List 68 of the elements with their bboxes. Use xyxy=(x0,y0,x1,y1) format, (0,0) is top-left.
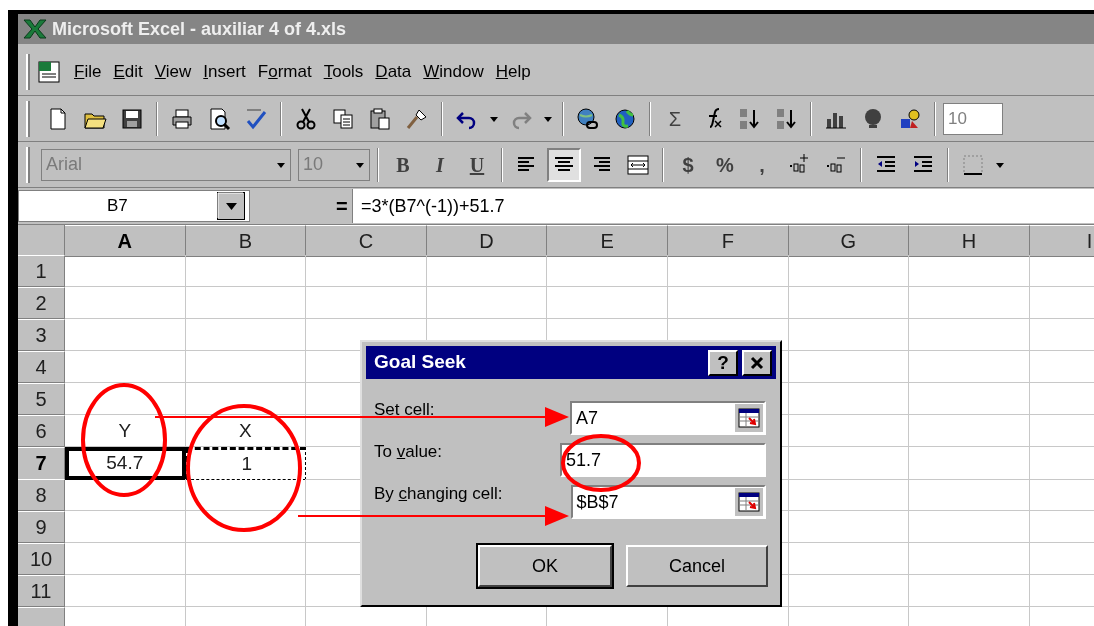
dropdown-button-icon[interactable] xyxy=(217,192,245,220)
font-name: Arial xyxy=(46,153,83,176)
row-header[interactable]: 3 xyxy=(18,319,65,351)
menu-item[interactable]: Help xyxy=(489,58,537,85)
column-header[interactable]: B xyxy=(185,225,307,257)
zoom-box[interactable]: 10 xyxy=(943,102,1003,135)
toolbar-button[interactable]: , xyxy=(745,147,779,182)
formula-text: =3*(B7^(-1))+51.7 xyxy=(361,194,505,218)
formula-field[interactable]: =3*(B7^(-1))+51.7 xyxy=(352,189,1094,223)
row-header[interactable]: 11 xyxy=(18,575,65,607)
row-header[interactable]: 4 xyxy=(18,351,65,383)
table-cell: 54.7 xyxy=(65,447,186,480)
select-all-button[interactable] xyxy=(18,225,65,257)
range-picker-icon[interactable] xyxy=(735,404,763,432)
menu-item[interactable]: Insert xyxy=(197,58,252,85)
input-field[interactable]: $B$7 xyxy=(570,485,766,519)
table-cell: 1 xyxy=(185,447,307,480)
workbook-icon[interactable] xyxy=(36,58,62,85)
column-header[interactable]: C xyxy=(306,225,427,257)
dialog-button[interactable]: Cancel xyxy=(626,545,768,587)
toolbar-button[interactable]: B xyxy=(386,147,420,182)
row-header[interactable]: 1 xyxy=(18,255,65,287)
column-header[interactable]: D xyxy=(426,225,548,257)
close-icon xyxy=(750,355,764,370)
row-header[interactable]: 8 xyxy=(18,479,65,511)
close-button[interactable] xyxy=(742,349,772,376)
dialog-button[interactable]: OK xyxy=(478,545,612,587)
help-button[interactable]: ? xyxy=(708,349,738,376)
toolbar-button[interactable]: $ xyxy=(671,147,705,182)
column-header[interactable]: I xyxy=(1029,225,1094,257)
menu-item[interactable]: Edit xyxy=(107,58,149,85)
menu-item[interactable]: Tools xyxy=(317,58,370,85)
toolbar-button[interactable]: I xyxy=(423,147,457,182)
toolbar-button[interactable]: U xyxy=(460,147,494,182)
menu-item[interactable]: Format xyxy=(251,58,318,85)
window-title: Microsoft Excel - auxiliar 4 of 4.xls xyxy=(52,17,347,41)
menu-item[interactable]: File xyxy=(68,58,108,85)
menu-item[interactable]: Window xyxy=(417,58,490,85)
menu-item[interactable]: Data xyxy=(369,58,418,85)
table-cell: Y xyxy=(65,415,186,447)
toolbar-button[interactable]: Σ xyxy=(658,101,692,136)
row-header[interactable]: 9 xyxy=(18,511,65,543)
name-box[interactable]: B7 xyxy=(18,190,250,222)
table-cell: X xyxy=(185,415,307,447)
equals-sign[interactable]: = xyxy=(336,191,352,221)
column-header[interactable]: E xyxy=(547,225,668,257)
column-header[interactable]: A xyxy=(65,225,186,257)
menu-item[interactable]: View xyxy=(148,58,198,85)
row-header[interactable]: 6 xyxy=(18,415,65,447)
column-header[interactable]: H xyxy=(909,225,1030,257)
cell-reference: B7 xyxy=(107,195,129,218)
row-header[interactable]: 10 xyxy=(18,543,65,575)
dialog-title: Goal Seek xyxy=(373,350,467,375)
toolbar-button[interactable]: % xyxy=(708,147,742,182)
field-label: By changing cell: xyxy=(374,483,503,505)
column-header[interactable]: G xyxy=(788,225,910,257)
align-center-icon[interactable] xyxy=(547,147,581,182)
input-field[interactable]: 51.7 xyxy=(560,443,766,477)
input-field[interactable]: A7 xyxy=(570,401,766,435)
column-header[interactable]: F xyxy=(667,225,789,257)
field-label: Set cell: xyxy=(374,399,435,421)
font-size: 10 xyxy=(303,153,325,176)
field-label: To value: xyxy=(374,441,443,463)
excel-icon xyxy=(22,18,48,40)
range-picker-icon[interactable] xyxy=(735,488,763,516)
row-header[interactable]: 2 xyxy=(18,287,65,319)
row-header[interactable]: 5 xyxy=(18,383,65,415)
row-header[interactable]: 7 xyxy=(18,447,65,480)
